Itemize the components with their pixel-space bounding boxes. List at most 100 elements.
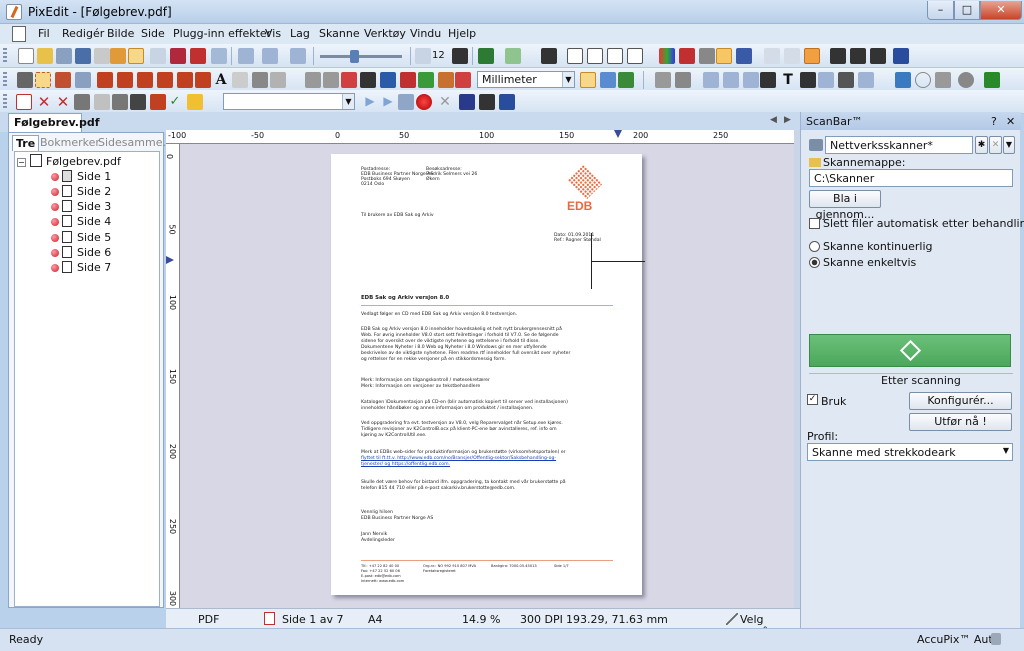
crop-frame-icon[interactable] (675, 72, 691, 88)
text-tool-icon[interactable]: A (213, 72, 229, 88)
sticky-note-icon[interactable] (187, 94, 203, 110)
bookmark-icon[interactable] (150, 94, 166, 110)
flask-icon[interactable] (459, 94, 475, 110)
align-right-icon[interactable] (743, 72, 759, 88)
cog-icon[interactable] (479, 94, 495, 110)
toolbar-grip[interactable] (3, 48, 7, 64)
tab-next-icon[interactable]: ▶ (784, 115, 791, 125)
chevron-down-icon[interactable]: ▼ (1003, 136, 1015, 154)
stamp-icon[interactable] (232, 72, 248, 88)
chevron-down-icon[interactable]: ▼ (1003, 446, 1009, 455)
help-cursor-icon[interactable] (893, 48, 909, 64)
tree-page-4[interactable]: Side 4 (51, 215, 111, 230)
align-center-icon[interactable] (723, 72, 739, 88)
orange-tool-icon[interactable] (804, 48, 820, 64)
hand-tool-icon[interactable] (112, 94, 128, 110)
run-now-button[interactable]: Utfør nå ! (909, 413, 1012, 431)
delete-files-checkbox[interactable] (809, 218, 820, 229)
measure-icon[interactable] (580, 72, 596, 88)
polygon-icon[interactable] (935, 72, 951, 88)
repeat-icon[interactable] (290, 48, 306, 64)
align-left-icon[interactable] (703, 72, 719, 88)
fit-width-icon[interactable] (587, 48, 603, 64)
clone-icon[interactable] (252, 72, 268, 88)
fit-page-icon[interactable] (567, 48, 583, 64)
move-icon[interactable] (74, 94, 90, 110)
document-page[interactable]: Postadresse: EDB Business Partner Norge … (331, 154, 645, 595)
pointer-icon[interactable] (17, 72, 33, 88)
scanner-select[interactable]: Nettverksskanner* (825, 136, 973, 154)
record-icon[interactable] (416, 94, 432, 110)
panel-close-button[interactable]: ✕ (1006, 115, 1015, 128)
menu-vis[interactable]: Vis (265, 27, 281, 40)
tab-tree[interactable]: Tre (12, 135, 40, 151)
annotate-icon[interactable] (895, 72, 911, 88)
red-stamp-icon[interactable] (679, 48, 695, 64)
redo-icon[interactable] (262, 48, 278, 64)
menu-bilde[interactable]: Bilde (107, 27, 134, 40)
menu-verktoy[interactable]: Verktøy (364, 27, 406, 40)
chevron-down-icon[interactable]: ▼ (562, 72, 574, 87)
tab-prev-icon[interactable]: ◀ (770, 115, 777, 125)
green-hook-icon[interactable] (984, 72, 1000, 88)
pen-icon[interactable] (157, 72, 173, 88)
rotate-right-icon[interactable] (850, 48, 866, 64)
user-icon[interactable] (736, 48, 752, 64)
color-icon[interactable] (659, 48, 675, 64)
menu-fil[interactable]: Fil (38, 27, 50, 40)
link-icon[interactable] (838, 72, 854, 88)
menu-hjelp[interactable]: Hjelp (448, 27, 476, 40)
single-radio[interactable] (809, 257, 820, 268)
delete-x-icon[interactable]: ✕ (36, 94, 52, 110)
app-icon[interactable] (6, 4, 22, 20)
cancel-icon[interactable]: ✕ (437, 94, 453, 110)
minimize-button[interactable]: – (927, 1, 954, 20)
pin-icon[interactable] (455, 72, 471, 88)
document-icon[interactable] (12, 26, 26, 42)
tree-root[interactable]: − Følgebrev.pdf (17, 154, 121, 169)
folder-input[interactable]: C:\Skanner (809, 169, 1013, 187)
rotate-180-icon[interactable] (870, 48, 886, 64)
new-icon[interactable] (18, 48, 34, 64)
fill-icon[interactable] (195, 72, 211, 88)
help-button[interactable]: ? (991, 115, 997, 128)
menu-rediger[interactable]: Redigér (62, 27, 104, 40)
menu-vindu[interactable]: Vindu (410, 27, 441, 40)
web-link[interactable]: tjenester/ og https://offentlig.edb.com. (361, 462, 450, 468)
scan-button[interactable] (809, 334, 1011, 367)
step-icon[interactable]: ▶ (380, 94, 396, 110)
maximize-button[interactable]: □ (954, 1, 980, 20)
brush-icon[interactable] (117, 72, 133, 88)
print-icon[interactable] (94, 48, 110, 64)
toolbar-grip[interactable] (3, 94, 7, 110)
color-picker-icon[interactable] (418, 72, 434, 88)
menu-plugg-inn[interactable]: Plugg-inn effekter (173, 27, 271, 40)
close-button[interactable]: ✕ (980, 1, 1022, 20)
save-icon[interactable] (56, 48, 72, 64)
prev-page-icon[interactable] (415, 48, 431, 64)
chevron-down-icon[interactable]: ▼ (342, 94, 354, 109)
binoculars-icon[interactable] (541, 48, 557, 64)
grayscale-icon[interactable] (699, 48, 715, 64)
select-tool-icon[interactable] (128, 48, 144, 64)
web-link[interactable]: flyttet til ft.tt.v. http://www.edb.com/… (361, 456, 556, 462)
paste-icon[interactable] (190, 48, 206, 64)
highlight-tool-icon[interactable] (716, 48, 732, 64)
tree-page-1[interactable]: Side 1 (51, 170, 111, 185)
rectangle-select-icon[interactable] (35, 72, 51, 88)
collapse-icon[interactable]: − (17, 158, 26, 167)
pattern-icon[interactable] (858, 72, 874, 88)
cut-icon[interactable] (150, 48, 166, 64)
two-pages-icon[interactable] (627, 48, 643, 64)
ellipse-icon[interactable] (915, 72, 931, 88)
zoom-slider-thumb[interactable] (350, 50, 359, 63)
unit-select[interactable]: Millimeter ▼ (477, 71, 575, 88)
resize-icon[interactable] (94, 94, 110, 110)
delete-all-icon[interactable]: ✕ (55, 94, 71, 110)
tree-page-5[interactable]: Side 5 (51, 231, 111, 246)
tree-page-3[interactable]: Side 3 (51, 200, 111, 215)
next-page-icon[interactable] (452, 48, 468, 64)
strike-icon[interactable] (818, 72, 834, 88)
forward-arrow-icon[interactable] (505, 48, 521, 64)
scanner-star-button[interactable]: ✱ (975, 136, 988, 154)
